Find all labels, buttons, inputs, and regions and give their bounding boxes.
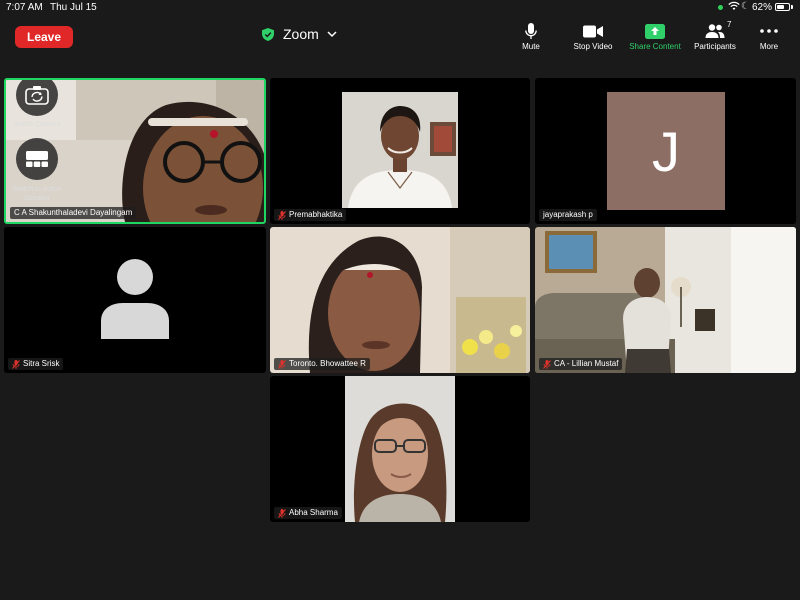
participant-video bbox=[535, 227, 796, 373]
avatar-initial: J bbox=[652, 119, 680, 183]
gallery-view-icon bbox=[26, 151, 48, 167]
switch-camera-label: Switch Camera bbox=[13, 121, 61, 128]
mic-muted-icon bbox=[278, 210, 286, 220]
more-button[interactable]: More bbox=[755, 22, 783, 54]
mute-label: Mute bbox=[522, 42, 540, 51]
chevron-down-icon bbox=[327, 31, 337, 38]
stop-video-button[interactable]: Stop Video bbox=[568, 22, 618, 54]
video-camera-icon bbox=[583, 25, 603, 37]
camera-rotate-icon bbox=[25, 86, 49, 105]
status-bar: 7:07 AM Thu Jul 15 ☾ 62% bbox=[0, 0, 800, 16]
mic-muted-icon bbox=[12, 359, 20, 369]
participant-name-tag: Sitra Srisk bbox=[8, 358, 64, 370]
video-tile[interactable]: Abha Sharma bbox=[270, 376, 530, 522]
status-date: Thu Jul 15 bbox=[50, 2, 97, 13]
share-screen-icon bbox=[645, 23, 665, 39]
participant-name: Toronto. Bhowattee R bbox=[289, 359, 366, 368]
participants-icon bbox=[705, 24, 725, 38]
do-not-disturb-icon: ☾ bbox=[741, 1, 750, 12]
meeting-title[interactable]: Zoom bbox=[262, 24, 337, 44]
switch-view-label: Switch to Active Speaker bbox=[12, 186, 62, 202]
video-tile[interactable]: Premabhaktika bbox=[270, 78, 530, 224]
participants-button[interactable]: Participants 7 bbox=[689, 20, 741, 54]
participants-label: Participants bbox=[694, 42, 736, 51]
participant-name: Premabhaktika bbox=[289, 210, 343, 219]
mic-muted-icon bbox=[278, 508, 286, 518]
share-content-button[interactable]: Share Content bbox=[624, 22, 686, 54]
participant-name: Abha Sharma bbox=[289, 508, 338, 517]
switch-view-button[interactable] bbox=[16, 138, 58, 180]
camera-in-use-indicator bbox=[718, 5, 723, 10]
participant-video bbox=[270, 227, 530, 373]
video-tile[interactable]: J jayaprakash p bbox=[535, 78, 796, 224]
participant-video bbox=[345, 376, 455, 522]
participant-video bbox=[342, 92, 458, 208]
status-time: 7:07 AM bbox=[6, 2, 43, 13]
mute-button[interactable]: Mute bbox=[516, 22, 546, 54]
leave-button[interactable]: Leave bbox=[15, 26, 73, 48]
video-tile[interactable]: Toronto. Bhowattee R bbox=[270, 227, 530, 373]
shield-check-icon bbox=[262, 27, 274, 41]
participant-name: CA - Lillian Mustaf bbox=[554, 359, 619, 368]
video-tile-self[interactable]: Switch Camera Switch to Active Speaker C… bbox=[4, 78, 266, 224]
avatar: J bbox=[607, 92, 725, 210]
meeting-title-label: Zoom bbox=[283, 26, 319, 42]
battery-icon bbox=[775, 3, 790, 11]
mic-muted-icon bbox=[543, 359, 551, 369]
participant-name-tag: Abha Sharma bbox=[274, 507, 342, 519]
person-placeholder-icon bbox=[101, 259, 169, 339]
participant-name-tag: Toronto. Bhowattee R bbox=[274, 358, 370, 370]
video-tile[interactable]: CA - Lillian Mustaf bbox=[535, 227, 796, 373]
participant-name: C A Shakunthaladevi Dayalingam bbox=[14, 208, 133, 217]
participant-name: jayaprakash p bbox=[543, 210, 593, 219]
share-content-label: Share Content bbox=[629, 42, 681, 51]
zoom-meeting-screen: 7:07 AM Thu Jul 15 ☾ 62% Leave Zoom Mute… bbox=[0, 0, 800, 600]
participant-name-tag: Premabhaktika bbox=[274, 209, 347, 221]
participant-name: Sitra Srisk bbox=[23, 359, 60, 368]
more-label: More bbox=[759, 42, 779, 51]
participant-name-tag: jayaprakash p bbox=[539, 209, 597, 221]
participant-name-tag: CA - Lillian Mustaf bbox=[539, 358, 623, 370]
microphone-icon bbox=[525, 22, 537, 39]
more-dots-icon bbox=[760, 29, 778, 33]
video-tile[interactable]: Sitra Srisk bbox=[4, 227, 266, 373]
battery-percent: 62% bbox=[752, 2, 773, 13]
wifi-icon bbox=[728, 1, 740, 14]
participant-name-tag: C A Shakunthaladevi Dayalingam bbox=[10, 207, 137, 219]
mic-muted-icon bbox=[278, 359, 286, 369]
participants-count-badge: 7 bbox=[727, 20, 732, 29]
stop-video-label: Stop Video bbox=[573, 42, 613, 51]
